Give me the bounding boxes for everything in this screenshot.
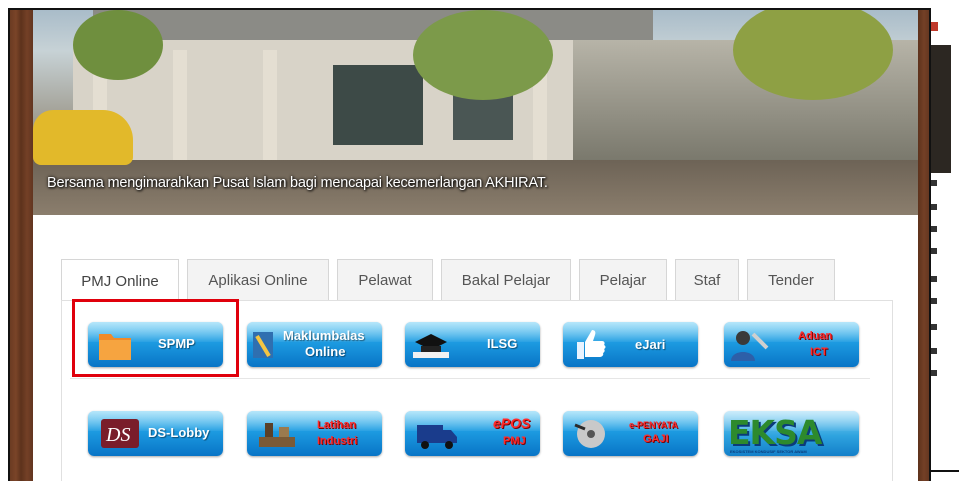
row-divider [70, 378, 870, 379]
aduan-ict-button[interactable]: Aduan ICT [724, 322, 859, 367]
ds-lobby-button[interactable]: DS DS-Lobby [88, 411, 223, 456]
latihan-label: Latihan [317, 419, 357, 431]
ejari-label: eJari [635, 337, 666, 352]
ilsg-label: ILSG [487, 336, 518, 351]
ds-logo-icon: DS [101, 419, 139, 448]
gaji-label: GAJI [643, 433, 669, 445]
aduan-label: Aduan [798, 330, 833, 342]
svg-text:DS: DS [105, 424, 130, 446]
epos-label: ePOS [493, 415, 531, 431]
latihan-industri-button[interactable]: Latihan Industri [247, 411, 382, 456]
eksa-button[interactable]: EKSA EKOSISTEM KONDUSIF SEKTOR AWAM [724, 411, 859, 456]
pmj-label: PMJ [503, 435, 526, 447]
disc-icon [574, 420, 605, 448]
tab-aplikasi-online[interactable]: Aplikasi Online [187, 259, 329, 301]
tab-pelawat[interactable]: Pelawat [337, 259, 433, 301]
hero-banner: Bersama mengimarahkan Pusat Islam bagi m… [33, 10, 918, 215]
bottom-border [931, 470, 959, 472]
eksa-subtitle: EKOSISTEM KONDUSIF SEKTOR AWAM [730, 449, 807, 454]
hero-caption: Bersama mengimarahkan Pusat Islam bagi m… [47, 175, 548, 191]
sidebar-image [931, 45, 951, 173]
feedback-icon [253, 332, 273, 358]
tab-pelajar[interactable]: Pelajar [579, 259, 667, 301]
tab-bar: PMJ Online Aplikasi Online Pelawat Bakal… [61, 259, 843, 302]
tab-tender[interactable]: Tender [747, 259, 835, 301]
maklumbalas-online-button[interactable]: Maklumbalas Online [247, 322, 382, 367]
car-image [33, 110, 133, 165]
spmp-highlight-box [72, 299, 239, 377]
e-penyata-gaji-button[interactable]: e-PENYATA GAJI [563, 411, 698, 456]
eksa-label: EKSA [728, 413, 822, 452]
maklumbalas-label: Maklumbalas [283, 328, 365, 343]
ict-label: ICT [810, 346, 828, 358]
e-penyata-label: e-PENYATA [629, 420, 678, 430]
industry-machine-icon [259, 423, 295, 447]
epos-pmj-button[interactable]: ePOS PMJ [405, 411, 540, 456]
industri-label: Industri [317, 435, 358, 447]
graduation-cap-icon [413, 334, 449, 358]
technician-icon [731, 331, 769, 361]
ejari-button[interactable]: eJari [563, 322, 698, 367]
delivery-van-icon [417, 425, 457, 449]
thumbs-up-icon [577, 330, 606, 359]
right-sidebar [931, 8, 951, 481]
tab-bakal-pelajar[interactable]: Bakal Pelajar [441, 259, 571, 301]
tab-pmj-online[interactable]: PMJ Online [61, 259, 179, 302]
online-label: Online [305, 344, 346, 359]
tab-staf[interactable]: Staf [675, 259, 739, 301]
ds-lobby-label: DS-Lobby [148, 425, 210, 440]
ilsg-button[interactable]: ILSG [405, 322, 540, 367]
sidebar-bullet [931, 22, 938, 31]
